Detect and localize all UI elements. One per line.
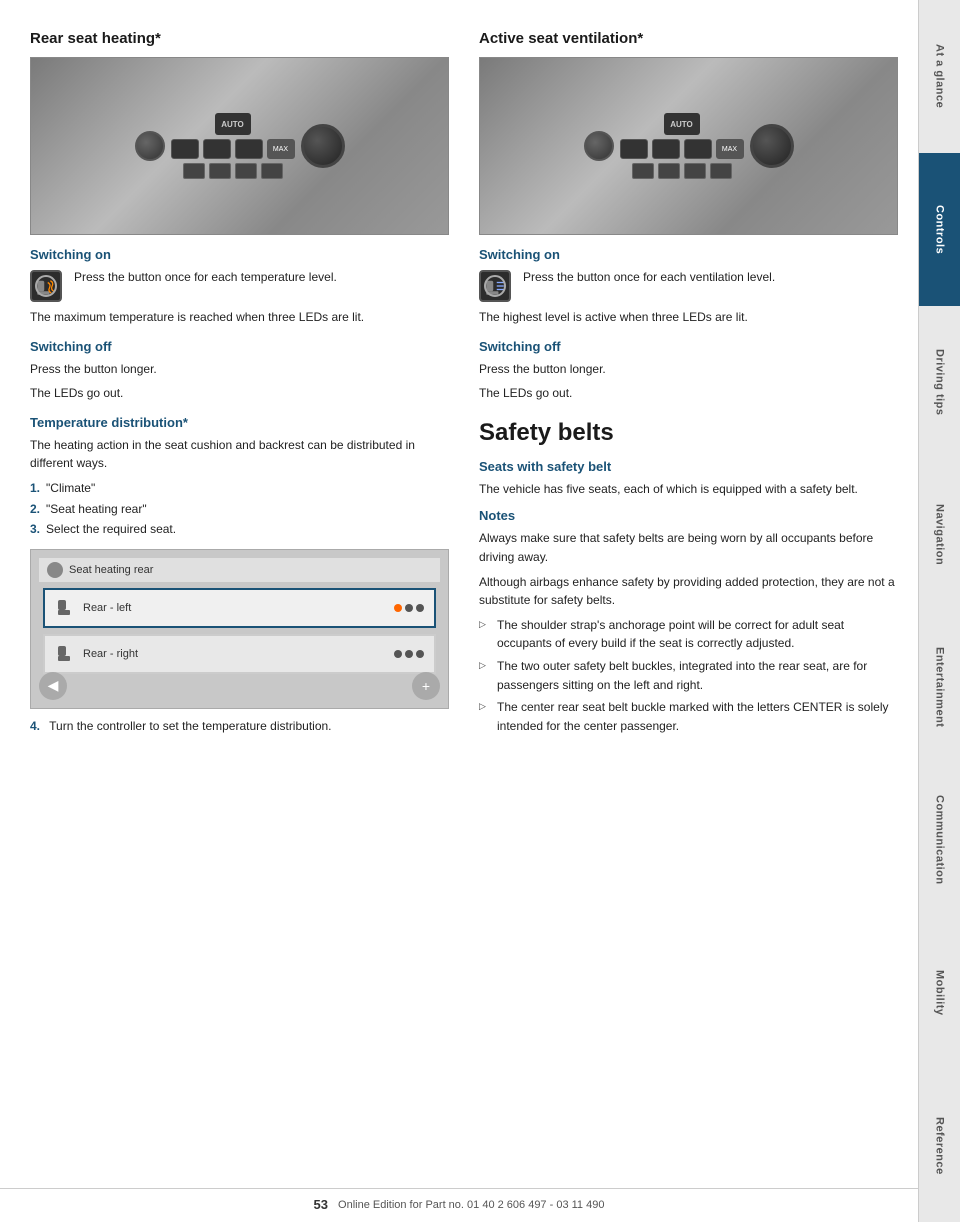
seat-heating-screen: Seat heating rear Rear - left [30,549,449,709]
switching-on-right-title: Switching on [479,247,898,262]
sidebar-item-navigation[interactable]: Navigation [918,458,960,611]
vent-panel-btn1 [620,139,648,159]
led2 [405,604,413,612]
safety-belts-title: Safety belts [479,419,898,447]
step4-desc: Turn the controller to set the temperatu… [49,719,331,733]
page-footer: 53 Online Edition for Part no. 01 40 2 6… [0,1188,918,1212]
seat-vent-icon [479,270,511,302]
panel-btn3 [235,139,263,159]
sidebar-item-entertainment[interactable]: Entertainment [918,611,960,764]
screen-header-icon [47,562,63,578]
temp-dist-title: Temperature distribution* [30,415,449,430]
screen-header-text: Seat heating rear [69,564,153,576]
seat-heat-icon [30,270,62,302]
notes-text1: Always make sure that safety belts are b… [479,529,898,566]
led1 [394,604,402,612]
seat-left-icon [55,596,75,620]
led3 [416,604,424,612]
right-section-title: Active seat ventilation* [479,30,898,47]
sidebar-item-driving-tips[interactable]: Driving tips [918,306,960,459]
vent-small-btn1 [632,163,654,179]
page-number: 53 [314,1197,328,1212]
bullet-item-1: The shoulder strap's anchorage point wil… [479,616,898,653]
step-3: 3.Select the required seat. [30,520,449,539]
sidebar-item-mobility[interactable]: Mobility [918,917,960,1070]
vent-small-btn2 [658,163,680,179]
step4-num: 4. [30,719,40,733]
sidebar-item-at-a-glance[interactable]: At a glance [918,0,960,153]
screen-content: Rear - left Rea [39,588,440,674]
footer-text: Online Edition for Part no. 01 40 2 606 … [338,1199,604,1211]
nav-plus-btn[interactable]: + [412,672,440,700]
vent-panel-btn3 [684,139,712,159]
panel-small-btn2 [209,163,231,179]
panel-small-btn3 [235,163,257,179]
switching-off-right-text1: Press the button longer. [479,360,898,379]
led5 [405,650,413,658]
led4 [394,650,402,658]
seats-text: The vehicle has five seats, each of whic… [479,480,898,499]
bullet-item-2: The two outer safety belt buckles, integ… [479,657,898,694]
vent-panel-knob-right [750,124,794,168]
sidebar-item-controls[interactable]: Controls [918,153,960,306]
panel-small-btn1 [183,163,205,179]
max-temp-text: The maximum temperature is reached when … [30,308,449,327]
notes-title: Notes [479,508,898,523]
screen-nav-controls: ◀ + [31,672,448,700]
notes-text2: Although airbags enhance safety by provi… [479,573,898,610]
switching-off-left-text2: The LEDs go out. [30,384,449,403]
seat-right-icon [55,642,75,666]
switching-off-left-title: Switching off [30,339,449,354]
rear-right-label: Rear - right [83,648,138,660]
highest-level-text: The highest level is active when three L… [479,308,898,327]
vent-panel-btn2 [652,139,680,159]
vent-small-btn4 [710,163,732,179]
seats-with-belt-title: Seats with safety belt [479,459,898,474]
panel-btn2 [203,139,231,159]
temp-dist-intro: The heating action in the seat cushion a… [30,436,449,473]
step-2: 2."Seat heating rear" [30,500,449,519]
switching-on-left-title: Switching on [30,247,449,262]
panel-btn1 [171,139,199,159]
vent-small-btn3 [684,163,706,179]
left-section-title: Rear seat heating* [30,30,449,47]
switching-on-right-text: Press the button once for each ventilati… [523,268,775,287]
rear-seat-heating-image: AUTO MAX [30,57,449,235]
vent-auto-button: AUTO [664,113,700,135]
screen-header: Seat heating rear [39,558,440,582]
switching-on-left-block: Press the button once for each temperatu… [30,268,449,302]
nav-left-btn[interactable]: ◀ [39,672,67,700]
auto-button: AUTO [215,113,251,135]
rear-left-row: Rear - left [43,588,436,628]
notes-bullet-list: The shoulder strap's anchorage point wil… [479,616,898,736]
bullet-item-3: The center rear seat belt buckle marked … [479,698,898,735]
rear-right-row: Rear - right [43,634,436,674]
switching-on-right-block: Press the button once for each ventilati… [479,268,898,302]
temp-dist-steps: 1."Climate" 2."Seat heating rear" 3.Sele… [30,479,449,539]
switching-off-left-text1: Press the button longer. [30,360,449,379]
active-ventilation-image: AUTO MAX [479,57,898,235]
vent-panel-knob-left [584,131,614,161]
vent-panel-btn4: MAX [716,139,744,159]
sidebar-item-communication[interactable]: Communication [918,764,960,917]
panel-btn4: MAX [267,139,295,159]
sidebar-item-reference[interactable]: Reference [918,1069,960,1222]
switching-off-right-title: Switching off [479,339,898,354]
switching-off-right-text2: The LEDs go out. [479,384,898,403]
sidebar: At a glance Controls Driving tips Naviga… [918,0,960,1222]
panel-knob-right [301,124,345,168]
step-1: 1."Climate" [30,479,449,498]
panel-knob-left [135,131,165,161]
step4-text: 4. Turn the controller to set the temper… [30,717,449,736]
rear-left-label: Rear - left [83,602,131,614]
panel-small-btn4 [261,163,283,179]
led6 [416,650,424,658]
switching-on-left-text: Press the button once for each temperatu… [74,268,337,287]
